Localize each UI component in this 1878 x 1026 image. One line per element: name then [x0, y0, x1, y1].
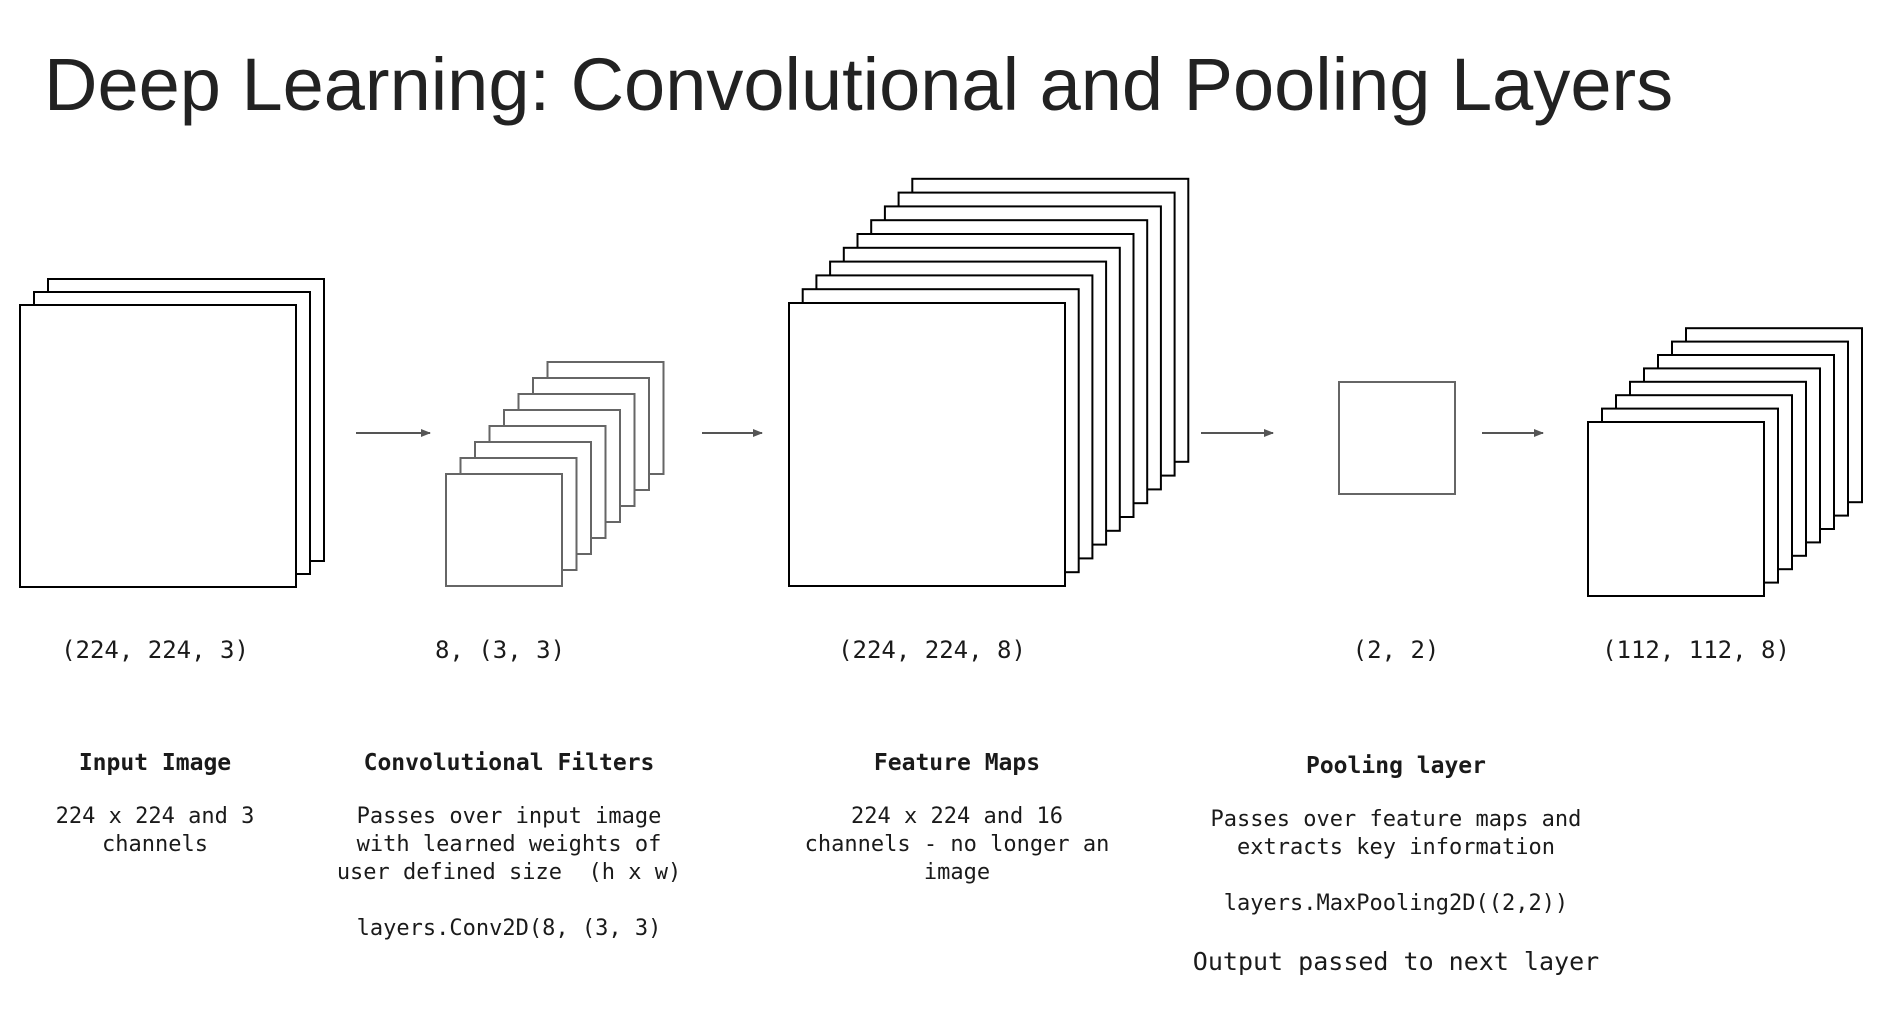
- pool-window-box: [1338, 381, 1456, 495]
- input-desc-line: channels: [102, 832, 208, 857]
- pooled-output-dims-label: (112, 112, 8): [1602, 636, 1790, 664]
- pooling-window: [1338, 381, 1456, 495]
- feature-maps-stack: [788, 177, 1190, 587]
- pooling-description: Pooling layer Passes over feature maps a…: [1193, 752, 1599, 976]
- feature-maps-desc-line: image: [923, 860, 991, 885]
- pooled-output-stack: [1587, 327, 1863, 597]
- conv-description: Convolutional Filters Passes over input …: [337, 749, 681, 943]
- pooling-heading: Pooling layer: [1305, 753, 1487, 779]
- pooling-desc-line: Passes over feature maps and: [1210, 807, 1582, 832]
- conv-desc-line: user defined size (h x w): [336, 860, 682, 885]
- conv-filter-layer: [445, 473, 563, 587]
- input-channel-layer: [19, 304, 297, 588]
- pooled-map-layer: [1587, 421, 1765, 597]
- slide: Deep Learning: Convolutional and Pooling…: [0, 0, 1878, 1026]
- feature-maps-heading: Feature Maps: [873, 750, 1041, 776]
- input-image-stack: [19, 278, 325, 588]
- pool-window-dims-label: (2, 2): [1352, 636, 1440, 664]
- input-heading: Input Image: [78, 750, 232, 776]
- conv-desc-line: Passes over input image: [356, 804, 662, 829]
- feature-maps-description: Feature Maps 224 x 224 and 16 channels -…: [805, 749, 1110, 887]
- feature-maps-dims-label: (224, 224, 8): [838, 636, 1026, 664]
- pooling-desc-line: extracts key information: [1237, 835, 1555, 860]
- feature-maps-desc-line: channels - no longer an: [804, 832, 1110, 857]
- input-desc-line: 224 x 224 and 3: [55, 804, 255, 829]
- feature-map-layer: [788, 302, 1066, 587]
- filters-dims-label: 8, (3, 3): [434, 636, 566, 664]
- pooling-note: Output passed to next layer: [1192, 947, 1600, 976]
- conv-filters-stack: [445, 361, 665, 587]
- pooling-code: layers.MaxPooling2D((2,2)): [1223, 891, 1569, 916]
- conv-code: layers.Conv2D(8, (3, 3): [356, 916, 662, 941]
- input-dims-label: (224, 224, 3): [61, 636, 249, 664]
- conv-desc-line: with learned weights of: [356, 832, 662, 857]
- feature-maps-desc-line: 224 x 224 and 16: [851, 804, 1063, 829]
- input-description: Input Image 224 x 224 and 3 channels: [56, 749, 255, 859]
- conv-heading: Convolutional Filters: [363, 750, 655, 776]
